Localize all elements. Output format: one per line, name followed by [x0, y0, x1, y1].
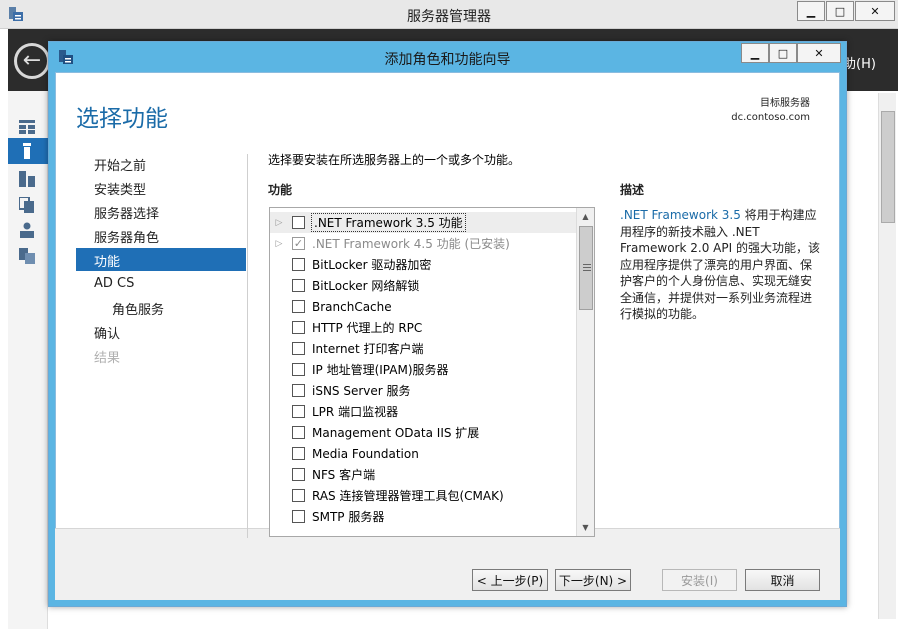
feature-checkbox[interactable] — [292, 342, 305, 355]
expand-arrow-icon[interactable]: ▷ — [270, 218, 288, 228]
feature-row[interactable]: IP 地址管理(IPAM)服务器 — [270, 359, 576, 380]
add-roles-features-wizard: 添加角色和功能向导 ▁ □ ✕ 选择功能 目标服务器 dc.contoso.co… — [48, 41, 847, 607]
outer-close-button[interactable]: ✕ — [855, 1, 895, 21]
file-services-icon[interactable] — [16, 196, 38, 214]
feature-label: BitLocker 驱动器加密 — [312, 258, 432, 272]
nav-divider — [247, 154, 248, 538]
nav-item-server-selection[interactable]: 服务器选择 — [94, 203, 159, 222]
nav-item-before-you-begin[interactable]: 开始之前 — [94, 155, 146, 174]
feature-label: HTTP 代理上的 RPC — [312, 321, 423, 335]
feature-checkbox[interactable] — [292, 216, 305, 229]
feature-checkbox[interactable] — [292, 321, 305, 334]
local-server-icon[interactable] — [16, 142, 38, 160]
features-header: 功能 — [268, 183, 293, 197]
feature-row[interactable]: BitLocker 驱动器加密 — [270, 254, 576, 275]
outer-scroll-thumb[interactable] — [881, 111, 895, 223]
feature-row[interactable]: LPR 端口监视器 — [270, 401, 576, 422]
feature-row[interactable]: NFS 客户端 — [270, 464, 576, 485]
intro-text: 选择要安装在所选服务器上的一个或多个功能。 — [268, 153, 521, 167]
features-scroll-thumb[interactable] — [579, 226, 593, 310]
nav-item-ad-cs[interactable]: AD CS — [94, 276, 134, 291]
outer-scrollbar[interactable] — [878, 93, 896, 619]
destination-server: 目标服务器 dc.contoso.com — [731, 97, 810, 125]
feature-label: iSNS Server 服务 — [312, 384, 411, 398]
server-manager-titlebar: 服务器管理器 ▁ □ ✕ — [0, 0, 898, 29]
previous-button[interactable]: < 上一步(P) — [472, 569, 548, 591]
wizard-close-button[interactable]: ✕ — [797, 43, 841, 63]
next-button[interactable]: 下一步(N) > — [555, 569, 631, 591]
feature-row[interactable]: Management OData IIS 扩展 — [270, 422, 576, 443]
feature-label: Management OData IIS 扩展 — [312, 426, 480, 440]
feature-label: RAS 连接管理器管理工具包(CMAK) — [312, 489, 504, 503]
description-header: 描述 — [620, 183, 645, 197]
feature-label: .NET Framework 4.5 功能 (已安装) — [312, 237, 510, 251]
feature-label: SMTP 服务器 — [312, 510, 385, 524]
outer-maximize-button[interactable]: □ — [826, 1, 854, 21]
feature-checkbox[interactable] — [292, 468, 305, 481]
feature-checkbox[interactable] — [292, 279, 305, 292]
nav-item-features[interactable]: 功能 — [94, 251, 120, 270]
feature-checkbox[interactable] — [292, 258, 305, 271]
description-body: 将用于构建应用程序的新技术融入 .NET Framework 2.0 API 的… — [620, 208, 820, 321]
feature-row[interactable]: iSNS Server 服务 — [270, 380, 576, 401]
feature-label: NFS 客户端 — [312, 468, 376, 482]
feature-checkbox[interactable] — [292, 510, 305, 523]
feature-label: LPR 端口监视器 — [312, 405, 399, 419]
nav-item-results: 结果 — [94, 351, 121, 366]
nav-item-server-roles[interactable]: 服务器角色 — [94, 227, 159, 246]
feature-row[interactable]: ▷ ✓ .NET Framework 4.5 功能 (已安装) — [270, 233, 576, 254]
feature-checkbox[interactable] — [292, 426, 305, 439]
wizard-maximize-button[interactable]: □ — [769, 43, 797, 63]
outer-minimize-button[interactable]: ▁ — [797, 1, 825, 21]
feature-label: BranchCache — [312, 299, 392, 314]
page-title: 选择功能 — [76, 106, 168, 132]
feature-label: Internet 打印客户端 — [312, 342, 424, 356]
expand-arrow-icon[interactable]: ▷ — [270, 239, 288, 249]
feature-checkbox[interactable] — [292, 384, 305, 397]
help-menu[interactable]: 助(H) — [843, 53, 876, 72]
feature-checkbox: ✓ — [292, 237, 305, 250]
feature-label: BitLocker 网络解锁 — [312, 279, 420, 293]
nav-item-installation-type[interactable]: 安装类型 — [94, 179, 146, 198]
all-servers-icon[interactable] — [16, 170, 38, 188]
roles-icon[interactable] — [16, 247, 38, 265]
feature-row[interactable]: HTTP 代理上的 RPC — [270, 317, 576, 338]
feature-checkbox[interactable] — [292, 447, 305, 460]
feature-checkbox[interactable] — [292, 363, 305, 376]
feature-row[interactable]: BitLocker 网络解锁 — [270, 275, 576, 296]
scroll-up-icon[interactable]: ▲ — [577, 208, 594, 224]
feature-description: .NET Framework 3.5 将用于构建应用程序的新技术融入 .NET … — [620, 207, 820, 323]
ad-ds-icon[interactable] — [16, 221, 38, 239]
install-button[interactable]: 安装(I) — [662, 569, 737, 591]
feature-label: IP 地址管理(IPAM)服务器 — [312, 363, 449, 377]
destination-label: 目标服务器 — [760, 98, 810, 109]
features-scrollbar[interactable]: ▲ ▼ — [576, 208, 594, 536]
feature-label: Media Foundation — [312, 446, 419, 461]
features-list[interactable]: ▷ .NET Framework 3.5 功能 ▷ ✓ .NET Framework 4… — [269, 207, 595, 537]
server-manager-title: 服务器管理器 — [407, 9, 491, 25]
feature-label: .NET Framework 3.5 功能 — [311, 213, 466, 232]
feature-checkbox[interactable] — [292, 489, 305, 502]
feature-row[interactable]: Internet 打印客户端 — [270, 338, 576, 359]
dashboard-icon[interactable] — [16, 118, 38, 136]
description-feature-link[interactable]: .NET Framework 3.5 — [620, 208, 741, 222]
feature-checkbox[interactable] — [292, 405, 305, 418]
feature-row[interactable]: SMTP 服务器 — [270, 506, 576, 527]
wizard-minimize-button[interactable]: ▁ — [741, 43, 769, 63]
wizard-titlebar: 添加角色和功能向导 ▁ □ ✕ — [49, 42, 846, 72]
wizard-title: 添加角色和功能向导 — [384, 52, 511, 68]
nav-item-confirmation[interactable]: 确认 — [94, 323, 120, 342]
feature-checkbox[interactable] — [292, 300, 305, 313]
back-arrow-icon[interactable]: ← — [14, 43, 50, 79]
scroll-down-icon[interactable]: ▼ — [577, 519, 594, 535]
destination-server-name: dc.contoso.com — [731, 112, 810, 123]
nav-item-role-services[interactable]: 角色服务 — [112, 299, 164, 318]
cancel-button[interactable]: 取消 — [745, 569, 820, 591]
feature-row[interactable]: BranchCache — [270, 296, 576, 317]
feature-row[interactable]: RAS 连接管理器管理工具包(CMAK) — [270, 485, 576, 506]
feature-row[interactable]: Media Foundation — [270, 443, 576, 464]
feature-row[interactable]: ▷ .NET Framework 3.5 功能 — [270, 212, 576, 233]
